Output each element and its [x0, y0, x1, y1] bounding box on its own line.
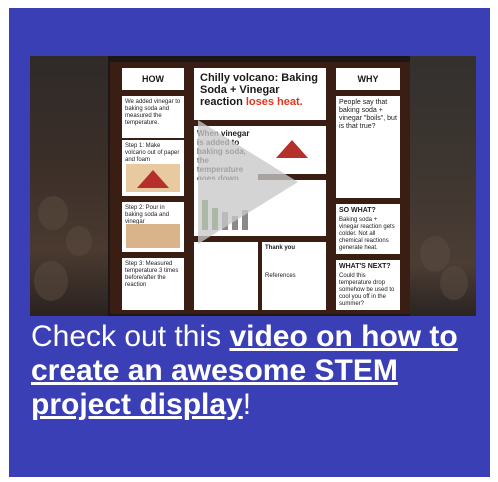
next-text: Could this temperature drop somehow be u… — [339, 273, 395, 307]
observations-panel — [336, 148, 400, 198]
why-heading-panel: WHY — [336, 68, 400, 90]
how-heading: HOW — [142, 74, 164, 84]
sowhat-heading: SO WHAT? — [339, 207, 376, 214]
board-title: Chilly volcano: Baking Soda + Vinegar re… — [200, 72, 320, 108]
step2-photo — [126, 224, 180, 248]
caption-tail: ! — [242, 388, 252, 421]
why-heading: WHY — [357, 74, 379, 84]
audience-right — [410, 56, 476, 316]
board-title-highlight: loses heat. — [245, 96, 303, 108]
how-text-panel: We added vinegar to baking soda and meas… — [122, 96, 184, 138]
references-text: References — [265, 273, 296, 279]
video-thumbnail[interactable]: HOW We added vinegar to baking soda and … — [30, 56, 476, 316]
step3-panel: Step 3: Measured temperature 3 times bef… — [122, 258, 184, 310]
sowhat-text: Baking soda + vinegar reaction gets cold… — [339, 217, 395, 251]
promo-card: HOW We added vinegar to baking soda and … — [9, 8, 490, 477]
thanks-panel: Thank you References — [262, 242, 326, 310]
caption-lead: Check out this — [31, 320, 230, 353]
step1-panel: Step 1: Make volcano out of paper and fo… — [122, 140, 184, 196]
how-heading-panel: HOW — [122, 68, 184, 90]
next-panel: WHAT'S NEXT? Could this temperature drop… — [336, 260, 400, 310]
sowhat-panel: SO WHAT? Baking soda + vinegar reaction … — [336, 204, 400, 254]
step1-text: Step 1: Make volcano out of paper and fo… — [125, 143, 180, 163]
why-text-panel: People say that baking soda + vinegar "b… — [336, 96, 400, 148]
volcano-icon — [137, 170, 169, 188]
conclusion-panel — [194, 242, 258, 310]
caption-text: Check out this video on how to create an… — [31, 320, 491, 422]
audience-left — [30, 56, 108, 316]
next-heading: WHAT'S NEXT? — [339, 263, 391, 270]
step3-text: Step 3: Measured temperature 3 times bef… — [125, 261, 179, 288]
play-icon[interactable] — [198, 120, 298, 244]
step2-panel: Step 2: Pour in baking soda and vinegar — [122, 202, 184, 252]
